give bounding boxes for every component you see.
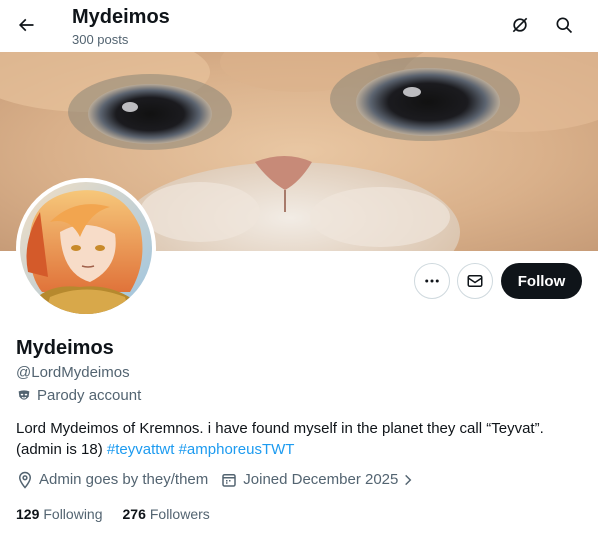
search-button[interactable]: [546, 7, 582, 43]
follow-button[interactable]: Follow: [501, 263, 582, 299]
back-button[interactable]: [8, 7, 44, 43]
profile-stats: 129 Following 276 Followers: [16, 504, 230, 524]
hashtag-link[interactable]: #amphoreusTWT: [179, 441, 295, 458]
location-icon: [16, 471, 34, 489]
pronouns-item: Admin goes by they/them: [16, 470, 208, 490]
followers-label: Followers: [149, 506, 210, 522]
mail-icon: [467, 275, 483, 287]
following-count: 129: [16, 506, 40, 522]
grok-icon: [512, 17, 528, 33]
followers-link[interactable]: 276 Followers: [123, 504, 210, 524]
avatar[interactable]: [16, 178, 156, 318]
header-display-name: Mydeimos: [72, 6, 170, 28]
parody-label-text: Parody account: [37, 387, 142, 404]
profile-handle: @LordMydeimos: [16, 364, 130, 381]
profile-bio: Lord Mydeimos of Kremnos. i have found m…: [16, 418, 582, 460]
profile-header: Mydeimos 300 posts: [0, 0, 598, 52]
header-post-count: 300 posts: [72, 32, 129, 47]
header-title-block: Mydeimos 300 posts: [72, 5, 170, 48]
joined-text: Joined December 2025: [243, 471, 399, 488]
parody-mask-icon: [16, 388, 32, 404]
following-link[interactable]: 129 Following: [16, 504, 103, 524]
profile-meta: Admin goes by they/them Joined December …: [16, 470, 432, 490]
back-arrow-icon: [18, 18, 34, 32]
message-button[interactable]: [457, 263, 493, 299]
joined-item[interactable]: Joined December 2025: [220, 470, 420, 490]
pronouns-text: Admin goes by they/them: [39, 471, 209, 488]
followers-count: 276: [122, 506, 146, 522]
hashtag-link[interactable]: #teyvattwt: [107, 441, 175, 458]
chevron-right-icon: [401, 473, 415, 487]
following-label: Following: [43, 506, 103, 522]
search-icon: [556, 17, 573, 34]
calendar-icon: [220, 471, 238, 489]
parody-label[interactable]: Parody account: [16, 386, 141, 406]
profile-display-name: Mydeimos: [16, 337, 114, 359]
more-button[interactable]: [414, 263, 450, 299]
grok-button[interactable]: [502, 7, 538, 43]
more-icon: [425, 279, 439, 283]
